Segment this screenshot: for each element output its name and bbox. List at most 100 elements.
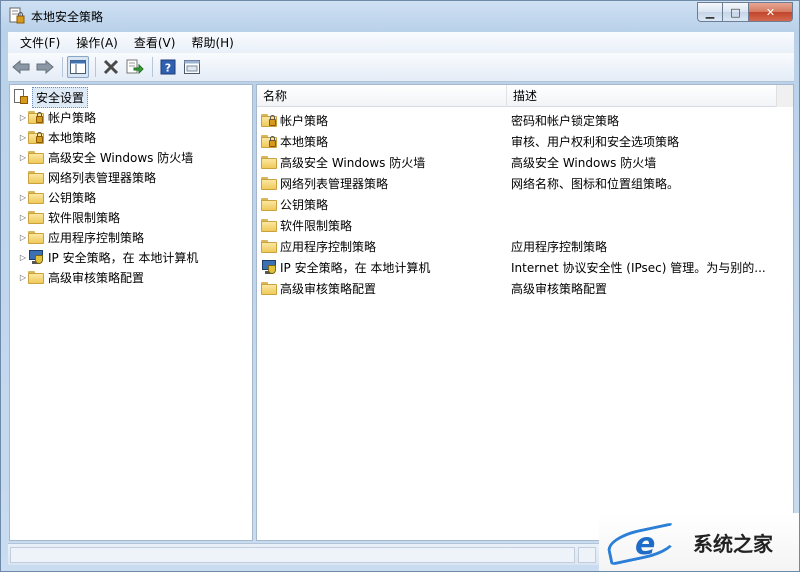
- expand-arrow-icon[interactable]: ▷: [18, 133, 28, 142]
- tree-item-label: 软件限制策略: [48, 210, 121, 225]
- security-policy-app-icon: [9, 7, 25, 25]
- menu-action[interactable]: 操作(A): [68, 34, 126, 51]
- tree-item-label: 公钥策略: [48, 190, 97, 205]
- expand-arrow-icon[interactable]: ▷: [18, 113, 28, 122]
- tree-root-label: 安全设置: [32, 86, 89, 108]
- folder-icon: [28, 190, 44, 204]
- forward-button[interactable]: [34, 56, 56, 78]
- watermark: e 系统之家: [599, 513, 799, 571]
- folder-icon: [261, 219, 277, 232]
- status-cell: [578, 547, 596, 563]
- list-item[interactable]: 网络列表管理器策略 网络名称、图标和位置组策略。: [261, 173, 781, 194]
- export-list-icon: [126, 59, 144, 75]
- folder-icon: [261, 156, 277, 169]
- list-item[interactable]: IP 安全策略，在 本地计算机 Internet 协议安全性 (IPsec) 管…: [261, 257, 781, 278]
- expand-arrow-icon[interactable]: ▷: [18, 273, 28, 282]
- tree-item-local-policies[interactable]: ▷ 本地策略: [18, 127, 96, 147]
- properties-icon: [184, 60, 200, 74]
- expand-arrow-icon[interactable]: ▷: [18, 253, 28, 262]
- list-item[interactable]: 高级审核策略配置 高级审核策略配置: [261, 278, 781, 299]
- tree-item-advanced-audit[interactable]: ▷ 高级审核策略配置: [18, 267, 144, 287]
- folder-icon: [261, 177, 277, 190]
- show-hide-tree-icon: [70, 60, 86, 74]
- status-cell: [10, 547, 575, 563]
- tree-item-label: 应用程序控制策略: [48, 230, 145, 245]
- list-item[interactable]: 公钥策略: [261, 194, 781, 215]
- folder-icon: [261, 198, 277, 211]
- locked-folder-icon: [28, 130, 44, 144]
- tree-item-label: IP 安全策略，在 本地计算机: [48, 250, 199, 265]
- folder-icon: [261, 240, 277, 253]
- toolbar: ?: [8, 53, 794, 82]
- minimize-button[interactable]: ▁: [697, 2, 723, 22]
- expand-arrow-icon[interactable]: ▷: [18, 153, 28, 162]
- tree-item-label: 本地策略: [48, 130, 97, 145]
- tree-item-label: 高级安全 Windows 防火墙: [48, 150, 194, 165]
- list-item-name: 帐户策略: [280, 114, 329, 128]
- expand-arrow-icon[interactable]: ▷: [18, 193, 28, 202]
- list-item[interactable]: 帐户策略 密码和帐户锁定策略: [261, 110, 781, 131]
- list-item-name: 高级安全 Windows 防火墙: [280, 156, 426, 170]
- help-button[interactable]: ?: [157, 56, 179, 78]
- menu-file[interactable]: 文件(F): [12, 34, 68, 51]
- minimize-icon: ▁: [705, 5, 715, 19]
- locked-folder-icon: [261, 135, 277, 148]
- expand-arrow-icon[interactable]: ▷: [18, 213, 28, 222]
- show-hide-tree-button[interactable]: [67, 56, 89, 78]
- menu-view[interactable]: 查看(V): [126, 34, 184, 51]
- list-item-description: 密码和帐户锁定策略: [511, 114, 620, 128]
- folder-icon: [28, 170, 44, 184]
- ip-security-icon: [261, 260, 277, 275]
- tree-item-public-key-policies[interactable]: ▷ 公钥策略: [18, 187, 96, 207]
- list-item[interactable]: 高级安全 Windows 防火墙 高级安全 Windows 防火墙: [261, 152, 781, 173]
- column-header-name[interactable]: 名称: [257, 85, 507, 107]
- tree-item-windows-firewall[interactable]: ▷ 高级安全 Windows 防火墙: [18, 147, 193, 167]
- folder-icon: [28, 150, 44, 164]
- menu-bar: 文件(F) 操作(A) 查看(V) 帮助(H): [8, 32, 794, 53]
- back-button[interactable]: [10, 56, 32, 78]
- main-window: 本地安全策略 ▁ □ ✕ 文件(F) 操作(A) 查看(V) 帮助(H) ? 安…: [0, 0, 800, 572]
- delete-icon: [103, 59, 119, 75]
- locked-folder-icon: [28, 110, 44, 124]
- toolbar-separator: [62, 57, 63, 77]
- list-item-name: 网络列表管理器策略: [280, 177, 389, 191]
- toolbar-separator: [152, 57, 153, 77]
- list-item-description: 网络名称、图标和位置组策略。: [511, 177, 680, 191]
- tree-item-label: 高级审核策略配置: [48, 270, 145, 285]
- list-item-description: Internet 协议安全性 (IPsec) 管理。为与别的...: [511, 261, 766, 275]
- title-bar[interactable]: 本地安全策略 ▁ □ ✕: [1, 1, 799, 31]
- expand-arrow-icon[interactable]: ▷: [18, 233, 28, 242]
- watermark-logo-letter: e: [635, 527, 656, 562]
- maximize-button[interactable]: □: [723, 2, 749, 22]
- watermark-text: 系统之家: [693, 531, 773, 556]
- list-item-name: 高级审核策略配置: [280, 282, 377, 296]
- list-item[interactable]: 本地策略 审核、用户权利和安全选项策略: [261, 131, 781, 152]
- window-controls: ▁ □ ✕: [697, 2, 793, 22]
- help-icon: ?: [160, 59, 176, 75]
- export-list-button[interactable]: [124, 56, 146, 78]
- list-item-description: 高级审核策略配置: [511, 282, 608, 296]
- tree-item-application-control[interactable]: ▷ 应用程序控制策略: [18, 227, 144, 247]
- list-item-name: IP 安全策略，在 本地计算机: [280, 261, 431, 275]
- tree-item-label: 帐户策略: [48, 110, 97, 125]
- locked-folder-icon: [261, 114, 277, 127]
- folder-icon: [261, 282, 277, 295]
- menu-help[interactable]: 帮助(H): [183, 34, 241, 51]
- tree-item-software-restriction[interactable]: ▷ 软件限制策略: [18, 207, 120, 227]
- security-settings-icon: [13, 89, 29, 105]
- tree-item-account-policies[interactable]: ▷ 帐户策略: [18, 107, 96, 127]
- list-item[interactable]: 软件限制策略: [261, 215, 781, 236]
- delete-button[interactable]: [100, 56, 122, 78]
- folder-icon: [28, 230, 44, 244]
- column-header-description[interactable]: 描述: [507, 85, 777, 107]
- tree-root-security-settings[interactable]: 安全设置: [13, 86, 89, 108]
- maximize-icon: □: [730, 5, 741, 19]
- close-button[interactable]: ✕: [749, 2, 793, 22]
- list-item-name: 应用程序控制策略: [280, 240, 377, 254]
- properties-button[interactable]: [181, 56, 203, 78]
- list-item[interactable]: 应用程序控制策略 应用程序控制策略: [261, 236, 781, 257]
- tree-item-ip-security[interactable]: ▷ IP 安全策略，在 本地计算机: [18, 247, 198, 267]
- list-item-name: 软件限制策略: [280, 219, 353, 233]
- tree-item-network-list-manager[interactable]: 网络列表管理器策略: [18, 167, 156, 187]
- window-title: 本地安全策略: [31, 10, 104, 24]
